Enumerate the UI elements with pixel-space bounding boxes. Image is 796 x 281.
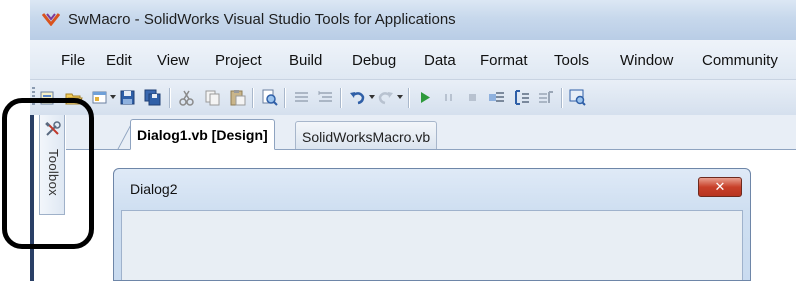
copy-icon[interactable] <box>203 88 222 107</box>
toolbar-separator <box>169 88 170 108</box>
window-title: SwMacro - SolidWorks Visual Studio Tools… <box>68 11 456 28</box>
add-new-dropdown-arrow[interactable] <box>110 95 116 99</box>
form-close-button[interactable]: ✕ <box>698 177 742 197</box>
menu-build[interactable]: Build <box>289 52 322 69</box>
undo-dropdown-arrow[interactable] <box>369 95 375 99</box>
tab-solidworksmacro[interactable]: SolidWorksMacro.vb <box>295 121 438 149</box>
toolbar-separator <box>408 88 409 108</box>
menu-format[interactable]: Format <box>480 52 528 69</box>
form-client-area[interactable] <box>121 210 743 280</box>
cut-icon[interactable] <box>177 88 196 107</box>
toolbar-separator <box>340 88 341 108</box>
redo-icon[interactable] <box>376 88 395 107</box>
add-new-icon[interactable] <box>90 88 109 107</box>
menu-file[interactable]: File <box>61 52 85 69</box>
menu-bar: File Edit View Project Build Debug Data … <box>30 40 796 80</box>
toolbar-separator <box>252 88 253 108</box>
close-icon: ✕ <box>714 179 726 195</box>
find-in-files-icon[interactable] <box>568 88 587 107</box>
app-window: SwMacro - SolidWorks Visual Studio Tools… <box>30 0 796 281</box>
comment-icon[interactable] <box>292 88 311 107</box>
document-tab-strip: Dialog1.vb [Design] SolidWorksMacro.vb <box>66 115 796 150</box>
form-title: Dialog2 <box>130 181 178 197</box>
step-into-icon[interactable] <box>487 88 506 107</box>
toolbar-separator <box>561 88 562 108</box>
paste-icon[interactable] <box>228 88 247 107</box>
designer-form[interactable]: Dialog2 ✕ <box>113 168 751 281</box>
toolbar-separator <box>284 88 285 108</box>
undo-icon[interactable] <box>348 88 367 107</box>
toolbox-highlight-callout <box>2 98 94 249</box>
start-icon[interactable] <box>415 88 434 107</box>
redo-dropdown-arrow[interactable] <box>397 95 403 99</box>
title-bar[interactable]: SwMacro - SolidWorks Visual Studio Tools… <box>30 0 796 40</box>
vsta-logo-icon <box>42 13 60 26</box>
save-icon[interactable] <box>118 88 137 107</box>
step-over-icon[interactable] <box>512 88 531 107</box>
pause-icon[interactable] <box>439 88 458 107</box>
menu-window[interactable]: Window <box>620 52 673 69</box>
stop-icon[interactable] <box>463 88 482 107</box>
find-icon[interactable] <box>260 88 279 107</box>
standard-toolbar <box>30 80 796 115</box>
step-out-icon[interactable] <box>537 88 556 107</box>
menu-tools[interactable]: Tools <box>554 52 589 69</box>
menu-community[interactable]: Community <box>702 52 778 69</box>
menu-data[interactable]: Data <box>424 52 456 69</box>
tab-dialog1-design[interactable]: Dialog1.vb [Design] <box>130 119 275 150</box>
save-all-icon[interactable] <box>143 88 162 107</box>
menu-debug[interactable]: Debug <box>352 52 396 69</box>
menu-edit[interactable]: Edit <box>106 52 132 69</box>
menu-project[interactable]: Project <box>215 52 262 69</box>
menu-view[interactable]: View <box>157 52 189 69</box>
uncomment-icon[interactable] <box>316 88 335 107</box>
